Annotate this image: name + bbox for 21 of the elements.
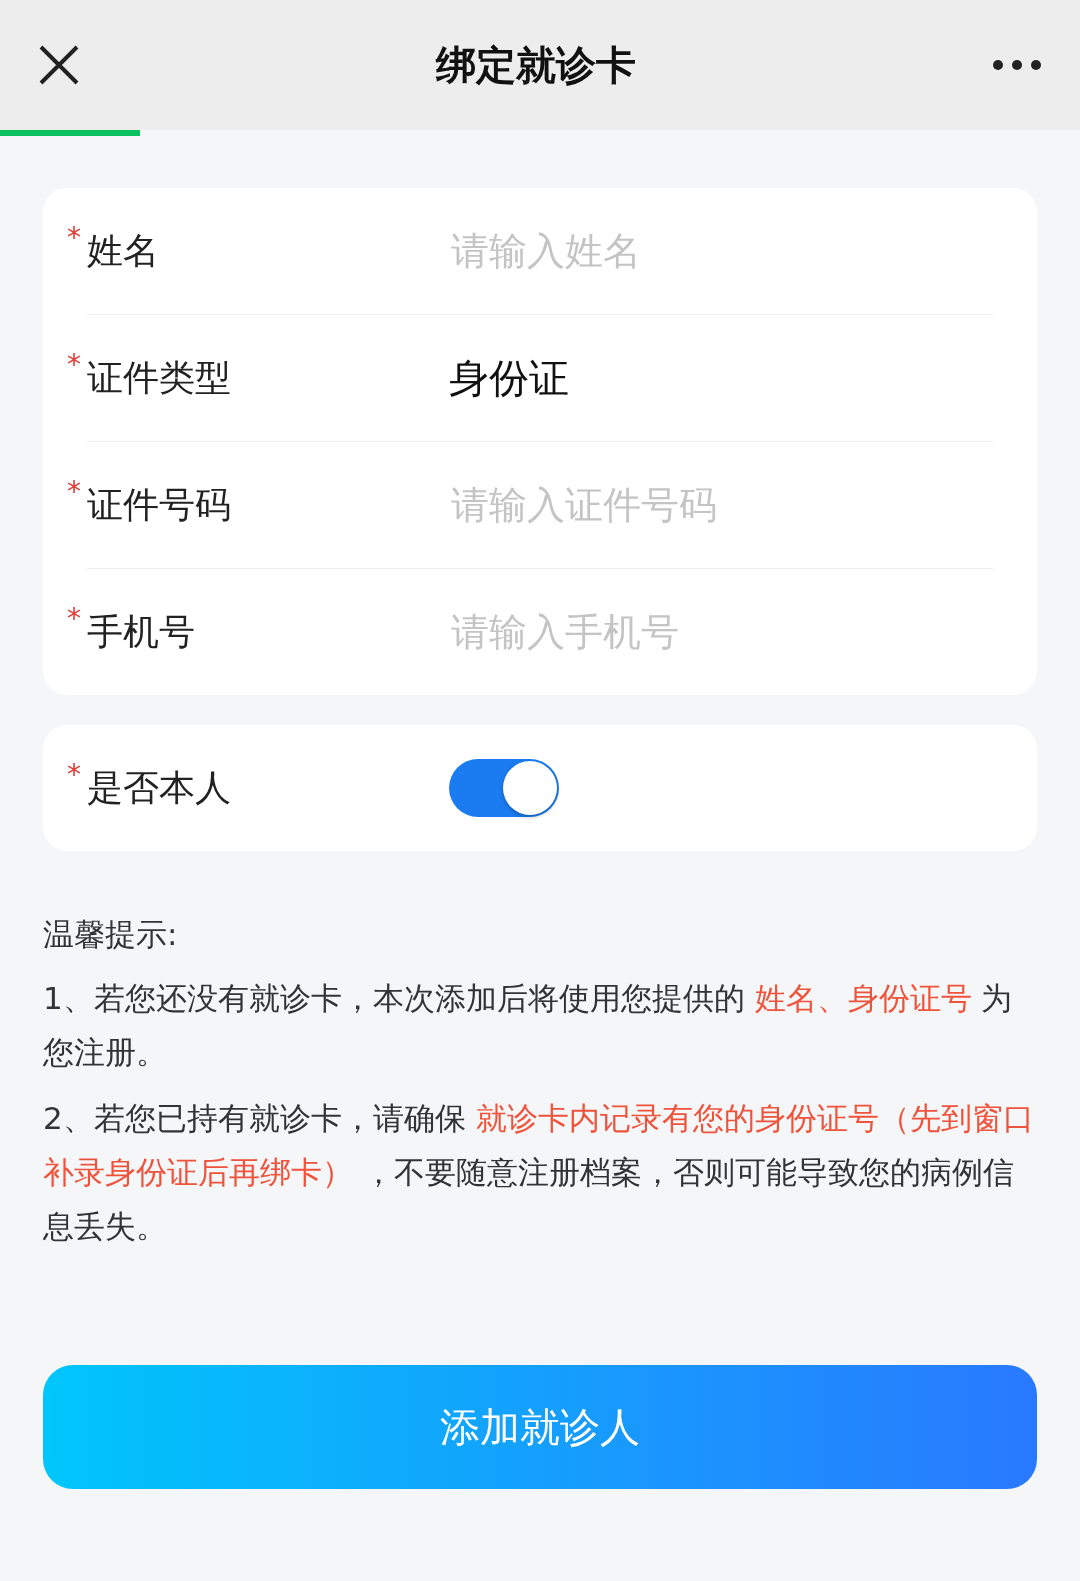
field-label: 证件号码 bbox=[87, 482, 231, 527]
input-field[interactable]: 请输入证件号码 bbox=[449, 482, 993, 528]
field-label: 是否本人 bbox=[87, 765, 231, 810]
more-icon bbox=[992, 59, 1042, 71]
page-title: 绑定就诊卡 bbox=[436, 40, 636, 90]
required-mark: * bbox=[67, 347, 81, 381]
tip-paragraph: 2、若您已持有就诊卡，请确保 就诊卡内记录有您的身份证号（先到窗口补录身份证后再绑卡） ，不要随意注册档案，否则可能导致您的病例信息丢失。 bbox=[43, 1099, 1035, 1246]
input-field[interactable]: 请输入姓名 bbox=[449, 228, 993, 274]
field-label: 证件类型 bbox=[87, 355, 231, 400]
field-label: 姓名 bbox=[87, 228, 159, 273]
field-label: 手机号 bbox=[87, 609, 195, 654]
required-mark: * bbox=[67, 757, 81, 791]
input-field[interactable]: 请输入手机号 bbox=[449, 609, 993, 655]
required-mark: * bbox=[67, 474, 81, 508]
tip-paragraph: 1、若您还没有就诊卡，本次添加后将使用您提供的 姓名、身份证号 为您注册。 bbox=[43, 979, 1014, 1072]
required-mark: * bbox=[67, 220, 81, 254]
close-icon bbox=[38, 44, 80, 86]
required-mark: * bbox=[67, 601, 81, 635]
toggle-switch[interactable] bbox=[449, 759, 559, 817]
select-value[interactable]: 身份证 bbox=[449, 350, 569, 406]
tips-title: 温馨提示: bbox=[43, 915, 179, 954]
